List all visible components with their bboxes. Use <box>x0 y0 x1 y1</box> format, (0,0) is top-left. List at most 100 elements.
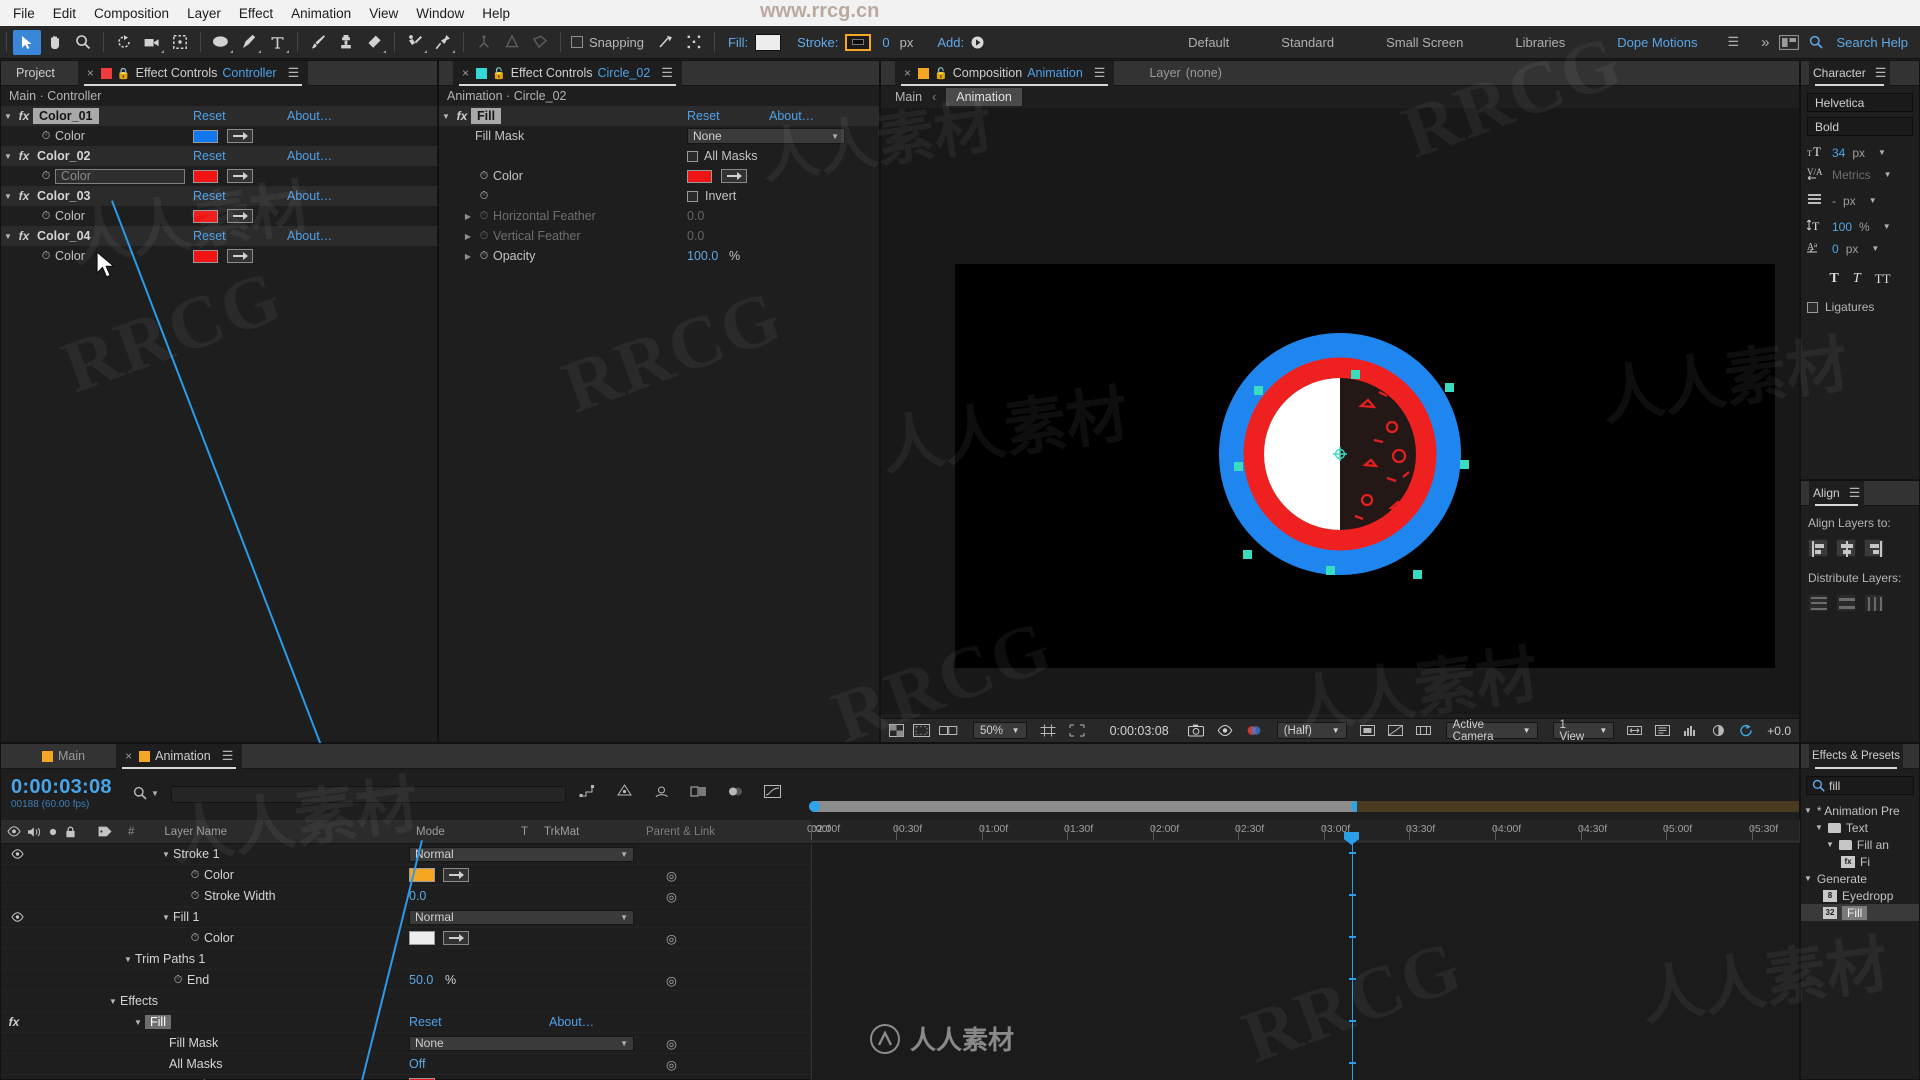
table-row[interactable]: ⏱ End 50.0 % ◎ <box>1 970 811 991</box>
about-button-color-04[interactable]: About… <box>287 229 332 243</box>
chevron-down-icon[interactable]: ▼ <box>1878 148 1886 157</box>
transparency-toggle-icon[interactable] <box>1387 724 1403 737</box>
histogram-icon[interactable] <box>1683 724 1698 737</box>
shape-tool[interactable] <box>207 30 235 55</box>
work-area-start-handle[interactable] <box>809 801 820 812</box>
parent-pickwhip-icon[interactable]: ◎ <box>666 889 677 904</box>
property-rename-input[interactable]: Color <box>55 168 185 184</box>
enable-frame-blending-icon[interactable] <box>690 784 707 799</box>
disclosure-triangle-icon[interactable]: ▶ <box>461 212 475 221</box>
pan-behind-tool[interactable] <box>166 30 194 55</box>
grid-guides-icon[interactable] <box>1040 724 1056 737</box>
lock-icon[interactable]: 🔓 <box>492 67 506 80</box>
channel-rgb-icon[interactable] <box>1246 724 1262 737</box>
dolly-tool[interactable] <box>526 30 554 55</box>
vertical-feather-value[interactable]: 0.0 <box>687 229 704 243</box>
all-caps-button[interactable]: TT <box>1875 271 1891 287</box>
tab-align[interactable]: Align ☰ <box>1809 480 1865 506</box>
parent-pickwhip-icon[interactable]: ◎ <box>666 973 677 988</box>
breadcrumb-item-animation[interactable]: Animation <box>946 88 1022 106</box>
font-family-select[interactable]: Helvetica <box>1807 93 1913 112</box>
show-snapshot-icon[interactable] <box>1217 724 1233 737</box>
fill-color-swatch[interactable] <box>755 33 782 51</box>
tab-effects-presets[interactable]: Effects & Presets <box>1809 743 1903 769</box>
search-help-icon[interactable] <box>1809 35 1824 49</box>
disclosure-triangle-icon[interactable]: ▼ <box>1804 874 1812 883</box>
panel-menu-icon[interactable]: ☰ <box>288 65 300 81</box>
menu-item-view[interactable]: View <box>360 3 407 24</box>
faux-italic-button[interactable]: T <box>1853 271 1861 287</box>
hide-shy-layers-icon[interactable] <box>653 784 670 799</box>
stopwatch-icon[interactable]: ⏱ <box>475 230 493 243</box>
video-visibility-toggle[interactable] <box>11 849 24 859</box>
disclosure-triangle-icon[interactable]: ▼ <box>159 913 173 922</box>
snapping-toggle[interactable]: Snapping <box>567 35 652 50</box>
panel-menu-icon[interactable]: ☰ <box>222 748 234 764</box>
eyedropper-button[interactable] <box>227 129 253 143</box>
disclosure-triangle-icon[interactable]: ▼ <box>121 955 135 964</box>
eraser-tool[interactable] <box>360 30 388 55</box>
stroke-width-value[interactable]: 0.0 <box>409 889 426 903</box>
parent-pickwhip-icon[interactable]: ◎ <box>666 868 677 883</box>
composition-viewer-area[interactable] <box>881 108 1799 714</box>
disclosure-triangle-icon[interactable]: ▼ <box>1 152 15 161</box>
workspace-libraries[interactable]: Libraries <box>1489 35 1591 50</box>
about-button-fill[interactable]: About… <box>769 109 814 123</box>
current-time-indicator-line[interactable] <box>1352 844 1353 1080</box>
stopwatch-icon[interactable]: ⏱ <box>475 190 493 203</box>
work-area-bar[interactable] <box>813 801 1357 812</box>
disclosure-triangle-icon[interactable]: ▼ <box>1815 823 1823 832</box>
menu-item-effect[interactable]: Effect <box>230 3 282 24</box>
search-input[interactable] <box>171 786 566 803</box>
disclosure-triangle-icon[interactable]: ▼ <box>439 112 453 121</box>
close-icon[interactable]: × <box>87 66 94 80</box>
graph-editor-icon[interactable] <box>764 784 781 799</box>
stopwatch-icon[interactable]: ⏱ <box>169 974 187 987</box>
hand-tool[interactable] <box>41 30 69 55</box>
align-center-horizontal-button[interactable] <box>1836 539 1856 557</box>
fill-mask-dropdown[interactable]: None ▼ <box>409 1035 634 1051</box>
timeline-ruler[interactable]: 0:00f 00:30f 01:00f 01:30f 02:00f 02:00f… <box>807 801 1799 840</box>
panel-menu-icon[interactable]: ☰ <box>1875 65 1887 81</box>
table-row[interactable]: ▼ Fill 1 Normal ▼ <box>1 907 811 928</box>
chevron-down-icon[interactable]: ▼ <box>1871 244 1879 253</box>
reset-button-fill[interactable]: Reset <box>687 109 720 123</box>
tab-character[interactable]: Character ☰ <box>1809 60 1891 86</box>
workspace-menu-icon[interactable]: ☰ <box>1727 34 1739 50</box>
toggle-transparency-grid-icon[interactable] <box>889 724 904 737</box>
stopwatch-icon[interactable]: ⏱ <box>186 932 204 945</box>
disclosure-triangle-icon[interactable]: ▼ <box>1 192 15 201</box>
vertical-scale-value[interactable]: 100 <box>1832 220 1852 234</box>
effect-name-fill[interactable]: Fill <box>471 108 502 124</box>
tab-project[interactable]: Project <box>7 61 64 86</box>
breadcrumb-item-main[interactable]: Main <box>895 90 922 104</box>
tab-layer[interactable]: Layer (none) <box>1140 61 1230 86</box>
effect-name-color-03[interactable]: Color_03 <box>33 189 91 203</box>
workspace-default[interactable]: Default <box>1162 35 1255 50</box>
stroke-width-value[interactable]: 0 <box>871 35 896 50</box>
timeline-search[interactable]: ▼ <box>133 786 159 800</box>
table-row[interactable]: ▼ Effects <box>1 991 811 1012</box>
tab-effect-controls-circle[interactable]: × 🔓 Effect Controls Circle_02 ☰ <box>453 60 682 86</box>
color-management-icon[interactable] <box>1711 724 1726 737</box>
chevron-down-icon[interactable]: ▼ <box>1883 222 1891 231</box>
effect-header-color-02[interactable]: ▼ fx Color_02 Reset About… <box>1 146 437 166</box>
exposure-value[interactable]: +0.0 <box>1767 724 1791 738</box>
current-time-display[interactable]: 0:00:03:08 <box>1104 722 1175 739</box>
stopwatch-icon[interactable]: ⏱ <box>37 250 55 263</box>
table-row[interactable]: ▼ Trim Paths 1 <box>1 949 811 970</box>
zoom-tool[interactable] <box>69 30 97 55</box>
about-button-color-03[interactable]: About… <box>287 189 332 203</box>
table-row[interactable]: All Masks Off ◎ <box>1 1054 811 1075</box>
stopwatch-icon[interactable]: ⏱ <box>475 170 493 183</box>
disclosure-triangle-icon[interactable]: ▼ <box>106 997 120 1006</box>
tab-timeline-main[interactable]: Main <box>33 744 94 769</box>
text-tool[interactable] <box>263 30 291 55</box>
enable-motion-blur-icon[interactable] <box>727 784 744 799</box>
workspace-dope-motions[interactable]: Dope Motions <box>1591 35 1723 50</box>
effects-search-input[interactable]: fill <box>1806 776 1914 795</box>
stopwatch-icon[interactable]: ⏱ <box>37 130 55 143</box>
composition-canvas[interactable] <box>955 264 1775 668</box>
pixel-aspect-icon[interactable] <box>1627 724 1643 737</box>
color-swatch-color-02[interactable] <box>193 169 218 183</box>
